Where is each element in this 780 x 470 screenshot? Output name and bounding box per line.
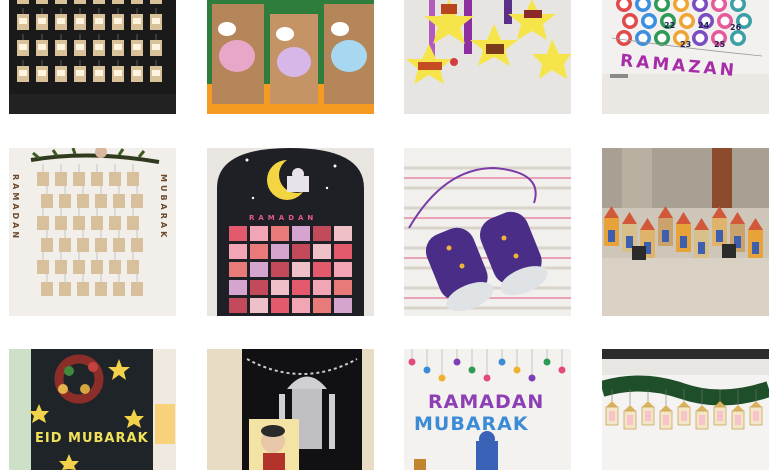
ramadan-vertical-text: RAMADAN [11,174,20,242]
mosque-door-calendar-photo[interactable]: RAMADAN [207,148,374,316]
door-ramadan-text: RAMADAN [249,214,318,222]
paper-stars-candy-photo[interactable] [404,0,571,114]
felt-number-5: 25 [714,40,726,49]
mubarak-vertical-text: MUBARAK [159,174,168,241]
felt-number-2: 24 [698,21,710,30]
paper-bag-characters-photo[interactable] [207,0,374,114]
felt-number-4: 23 [680,40,692,49]
mubarak-letters-text: MUBARAK [414,413,529,435]
mosque-curtain-photo[interactable] [207,349,374,470]
mosque-houses-photo[interactable] [602,148,769,316]
ramadan-mubarak-letters-photo[interactable]: RAMADAN MUBARAK [404,349,571,470]
hanging-advent-bags-photo[interactable] [9,0,176,114]
ramadan-letters-text: RAMADAN [428,391,545,413]
felt-number-3: 26 [730,23,742,32]
felt-number-1: 22 [664,21,676,30]
eid-mubarak-text: EID MUBARAK [35,431,149,446]
eid-mubarak-board-photo[interactable]: EID MUBARAK [9,349,176,470]
paper-roll-binoculars-photo[interactable] [404,148,571,316]
felt-ramazan-calendar-photo[interactable]: RAMAZAN 22 24 26 23 25 [602,0,769,114]
branch-ramadan-calendar-photo[interactable]: RAMADAN MUBARAK [9,148,176,316]
garland-lanterns-photo[interactable] [602,349,769,470]
